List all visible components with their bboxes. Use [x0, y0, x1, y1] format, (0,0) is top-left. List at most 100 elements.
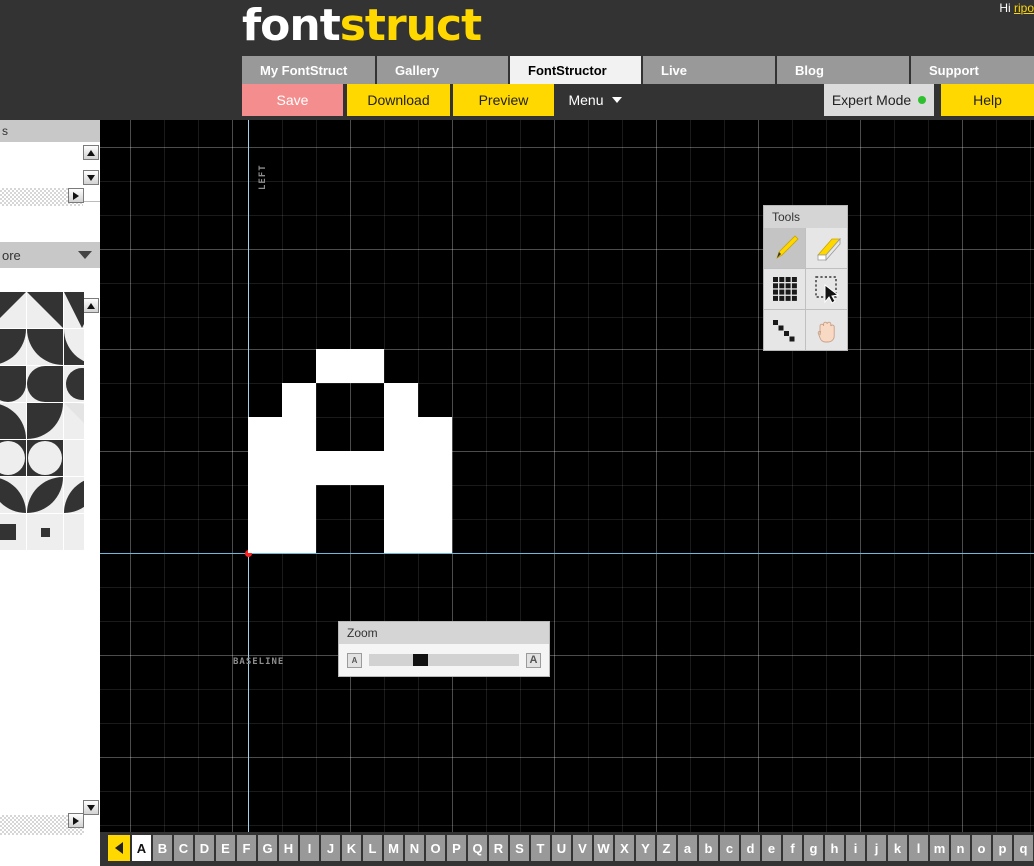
brick-list-scroll-down-button[interactable]	[83, 800, 99, 815]
charstrip-cell-H[interactable]: H	[279, 835, 298, 861]
menu-dropdown-button[interactable]: Menu	[558, 84, 632, 116]
download-button[interactable]: Download	[347, 84, 450, 116]
fontstruct-logo[interactable]: font struct	[242, 0, 482, 52]
nav-tab-live[interactable]: Live	[643, 56, 777, 84]
glyph-brick[interactable]	[418, 485, 452, 519]
charstrip-cell-V[interactable]: V	[573, 835, 592, 861]
brick-tile[interactable]	[64, 329, 84, 365]
brick-tile[interactable]	[0, 329, 26, 365]
glyph-brick[interactable]	[282, 417, 316, 451]
eraser-tool-button[interactable]	[806, 228, 847, 268]
charstrip-cell-d[interactable]: d	[741, 835, 760, 861]
charstrip-cell-o[interactable]: o	[972, 835, 991, 861]
glyph-brick[interactable]	[384, 451, 418, 485]
charstrip-cell-E[interactable]: E	[216, 835, 235, 861]
glyph-brick[interactable]	[418, 451, 452, 485]
charstrip-cell-U[interactable]: U	[552, 835, 571, 861]
glyph-brick[interactable]	[418, 417, 452, 451]
charstrip-cell-c[interactable]: c	[720, 835, 739, 861]
charstrip-cell-I[interactable]: I	[300, 835, 319, 861]
expert-mode-button[interactable]: Expert Mode	[824, 84, 934, 116]
charstrip-cell-j[interactable]: j	[867, 835, 886, 861]
charstrip-cell-Q[interactable]: Q	[468, 835, 487, 861]
zoom-slider-handle[interactable]	[413, 654, 428, 666]
nav-tab-blog[interactable]: Blog	[777, 56, 911, 84]
zoom-in-icon[interactable]: A	[526, 652, 541, 668]
brick-tile[interactable]	[27, 403, 63, 439]
pan-tool-button[interactable]	[806, 310, 847, 350]
nav-tab-gallery[interactable]: Gallery	[377, 56, 510, 84]
charstrip-cell-J[interactable]: J	[321, 835, 340, 861]
glyph-brick[interactable]	[384, 383, 418, 417]
brick-tile[interactable]	[64, 477, 84, 513]
glyph-brick[interactable]	[282, 383, 316, 417]
charstrip-cell-Z[interactable]: Z	[657, 835, 676, 861]
pencil-tool-button[interactable]	[764, 228, 805, 268]
charstrip-cell-N[interactable]: N	[405, 835, 424, 861]
charstrip-cell-F[interactable]: F	[237, 835, 256, 861]
charstrip-cell-D[interactable]: D	[195, 835, 214, 861]
nav-tab-support[interactable]: Support	[911, 56, 1034, 84]
preview-button[interactable]: Preview	[453, 84, 554, 116]
glyph-brick[interactable]	[384, 485, 418, 519]
glyph-brick[interactable]	[248, 451, 282, 485]
zoom-slider[interactable]	[369, 654, 519, 666]
charstrip-cell-M[interactable]: M	[384, 835, 403, 861]
charstrip-cell-P[interactable]: P	[447, 835, 466, 861]
brick-tile[interactable]	[27, 329, 63, 365]
brick-tile[interactable]	[64, 366, 84, 402]
charstrip-cell-n[interactable]: n	[951, 835, 970, 861]
charstrip-cell-h[interactable]: h	[825, 835, 844, 861]
sidebar-scroll-right-button[interactable]	[68, 188, 84, 203]
charstrip-cell-X[interactable]: X	[615, 835, 634, 861]
charstrip-cell-k[interactable]: k	[888, 835, 907, 861]
charstrip-cell-L[interactable]: L	[363, 835, 382, 861]
brick-tile[interactable]	[64, 514, 84, 550]
glyph-brick[interactable]	[282, 519, 316, 553]
brick-tile[interactable]	[0, 477, 26, 513]
brick-tile[interactable]	[0, 366, 26, 402]
brick-tile[interactable]	[64, 440, 84, 476]
glyph-brick[interactable]	[350, 349, 384, 383]
brick-tile[interactable]	[27, 292, 63, 328]
username-link[interactable]: ripo	[1014, 1, 1034, 15]
glyph-brick[interactable]	[384, 519, 418, 553]
line-tool-button[interactable]	[764, 310, 805, 350]
charstrip-cell-e[interactable]: e	[762, 835, 781, 861]
charstrip-cell-S[interactable]: S	[510, 835, 529, 861]
charstrip-cell-R[interactable]: R	[489, 835, 508, 861]
charstrip-prev-button[interactable]	[108, 835, 130, 861]
brick-tile[interactable]	[64, 292, 84, 328]
nav-tab-fontstructor[interactable]: FontStructor	[510, 56, 643, 84]
charstrip-cell-T[interactable]: T	[531, 835, 550, 861]
brick-grid-tool-button[interactable]	[764, 269, 805, 309]
brick-tile[interactable]	[27, 366, 63, 402]
charstrip-cell-p[interactable]: p	[993, 835, 1012, 861]
charstrip-cell-b[interactable]: b	[699, 835, 718, 861]
charstrip-cell-A[interactable]: A	[132, 835, 151, 861]
brick-category-dropdown[interactable]: ore	[0, 242, 100, 268]
help-button[interactable]: Help	[941, 84, 1034, 116]
brick-list-scroll-right-button[interactable]	[68, 813, 84, 828]
charstrip-cell-g[interactable]: g	[804, 835, 823, 861]
charstrip-cell-q[interactable]: q	[1014, 835, 1033, 861]
brick-list-scroll-up-button[interactable]	[83, 298, 99, 313]
brick-tile[interactable]	[64, 403, 84, 439]
sidebar-scroll-down-button[interactable]	[83, 170, 99, 185]
glyph-brick[interactable]	[316, 349, 350, 383]
charstrip-cell-C[interactable]: C	[174, 835, 193, 861]
glyph-brick[interactable]	[248, 519, 282, 553]
glyph-brick[interactable]	[418, 519, 452, 553]
glyph-brick[interactable]	[350, 451, 384, 485]
charstrip-cell-f[interactable]: f	[783, 835, 802, 861]
charstrip-cell-B[interactable]: B	[153, 835, 172, 861]
brick-tile[interactable]	[27, 514, 63, 550]
brick-tile[interactable]	[27, 477, 63, 513]
charstrip-cell-G[interactable]: G	[258, 835, 277, 861]
charstrip-cell-O[interactable]: O	[426, 835, 445, 861]
nav-tab-my-fontstruct[interactable]: My FontStruct	[242, 56, 377, 84]
charstrip-cell-W[interactable]: W	[594, 835, 613, 861]
charstrip-cell-K[interactable]: K	[342, 835, 361, 861]
glyph-brick[interactable]	[282, 451, 316, 485]
select-tool-button[interactable]	[806, 269, 847, 309]
